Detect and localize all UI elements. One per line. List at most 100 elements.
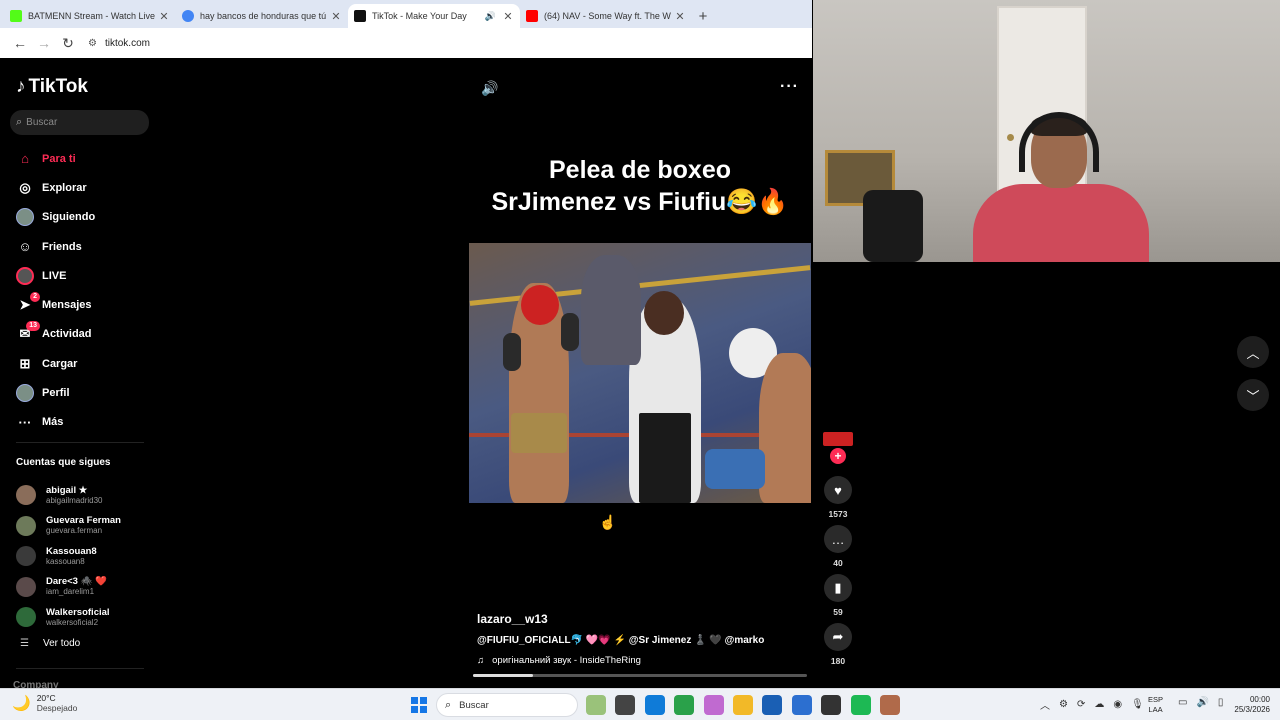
sidebar-item-explorar[interactable]: ◎ Explorar (0, 173, 160, 202)
time: 00:00 (1249, 695, 1270, 704)
heart-icon[interactable]: ♥ (824, 476, 852, 504)
list-item[interactable]: Dare<3 🕷️ ❤️ iam_darelim1 (16, 572, 156, 603)
tray-app-icon[interactable]: ⚙ (1059, 699, 1068, 710)
sidebar-item-label: Cargar (42, 357, 78, 370)
close-tab-icon[interactable]: ✕ (158, 10, 170, 23)
like-count: 1573 (828, 509, 848, 519)
video-player[interactable] (469, 243, 811, 503)
boxing-glove-blue (705, 449, 765, 489)
account-name: Walkersoficial (46, 606, 110, 618)
taskbar-app-icon[interactable] (615, 695, 636, 715)
tiktok-logo[interactable]: ♪ TikTok (16, 76, 88, 98)
video-progress-bar[interactable] (473, 674, 807, 677)
new-tab-button[interactable]: + (692, 4, 714, 28)
windows-start-icon[interactable] (411, 697, 427, 713)
search-input[interactable] (26, 117, 137, 128)
video-author[interactable]: lazaro__w13 (477, 612, 548, 626)
sidebar-item-friends[interactable]: ☺ Friends (0, 232, 160, 261)
browser-tab[interactable]: BATMENN Stream - Watch Live ✕ (4, 4, 176, 28)
comment-icon[interactable]: … (824, 525, 852, 553)
save-action[interactable]: ▮ 59 (822, 574, 854, 617)
save-count: 59 (833, 607, 843, 617)
tab-title: hay bancos de honduras que tú (200, 11, 327, 21)
reload-button[interactable]: ↻ (56, 31, 80, 55)
video-progress-fill (473, 674, 534, 677)
speaker-icon[interactable]: 🔊 (1196, 697, 1208, 708)
tray-app-icon[interactable]: ☁ (1094, 699, 1104, 710)
sidebar-item-para-ti[interactable]: ⌂ Para ti (0, 144, 160, 173)
network-icon[interactable]: ▭ (1178, 697, 1187, 708)
video-title-line: SrJimenez vs Fiufiu😂🔥 (491, 188, 789, 216)
browser-tab[interactable]: hay bancos de honduras que tú ✕ (176, 4, 348, 28)
taskbar-app-icon[interactable] (821, 695, 842, 715)
search-icon: ⌕ (16, 116, 23, 128)
url-field[interactable]: ⚙ tiktok.com (88, 38, 150, 49)
follow-plus-icon[interactable]: + (830, 448, 846, 464)
battery-icon[interactable]: ▯ (1218, 697, 1224, 708)
taskbar-app-icon[interactable] (703, 695, 724, 715)
close-tab-icon[interactable]: ✕ (502, 10, 514, 23)
close-tab-icon[interactable]: ✕ (674, 10, 686, 23)
previous-video-button[interactable]: ︿ (1237, 336, 1269, 368)
taskbar-app-icon[interactable] (879, 695, 900, 715)
forward-button[interactable]: → (32, 31, 56, 55)
sidebar-item-perfil[interactable]: Perfil (0, 378, 160, 407)
close-tab-icon[interactable]: ✕ (330, 10, 342, 23)
avatar (16, 384, 34, 403)
browser-tab-active[interactable]: TikTok - Make Your Day 🔊 ✕ (348, 4, 520, 28)
account-name: Kassouan8 (46, 545, 97, 557)
status-icons: ▭ 🔊 ▯ (1178, 697, 1232, 708)
taskbar-app-icon[interactable] (674, 695, 695, 715)
list-icon: ☰ (20, 638, 29, 649)
clock[interactable]: 00:00 25/3/2026 (1226, 695, 1270, 715)
sidebar-item-mensajes[interactable]: ➤ 2 Mensajes (0, 290, 160, 319)
following-heading: Cuentas que sigues (16, 457, 111, 468)
share-action[interactable]: ➦ 180 (822, 623, 854, 666)
see-all-link[interactable]: ☰ Ver todo (20, 638, 80, 649)
taskbar-app-icon[interactable] (850, 695, 871, 715)
more-options-icon[interactable]: ··· (780, 78, 799, 96)
taskbar-app-icon[interactable] (644, 695, 665, 715)
site-info-icon[interactable]: ⚙ (88, 38, 97, 49)
taskbar-search[interactable]: ⌕ Buscar (436, 693, 578, 717)
home-icon: ⌂ (21, 151, 29, 167)
sidebar-item-live[interactable]: LIVE (0, 261, 160, 290)
following-list: abigail ★ abigailmadrid30 Guevara Ferman gu… (16, 480, 156, 633)
referee-pants (639, 413, 691, 503)
list-item[interactable]: Kassouan8 kassouan8 (16, 541, 156, 572)
bookmark-icon[interactable]: ▮ (824, 574, 852, 602)
tray-chevron-icon[interactable]: ︿ (1040, 697, 1050, 712)
sidebar-item-actividad[interactable]: ✉ 13 Actividad (0, 320, 160, 349)
comment-action[interactable]: … 40 (822, 525, 854, 568)
friends-icon: ☺ (18, 239, 32, 255)
share-icon[interactable]: ➦ (824, 623, 852, 651)
list-item[interactable]: Guevara Ferman guevara.ferman (16, 511, 156, 542)
tray-app-icon[interactable]: ◉ (1113, 699, 1122, 710)
taskbar-app-icon[interactable] (732, 695, 753, 715)
cornerman (581, 255, 641, 365)
sidebar-item-siguiendo[interactable]: Siguiendo (0, 203, 160, 232)
taskbar-app-icon[interactable] (586, 695, 606, 715)
url-text: tiktok.com (104, 37, 150, 49)
following-avatar-icon (16, 208, 34, 227)
back-button[interactable]: ← (8, 31, 32, 55)
sidebar-item-label: Siguiendo (42, 211, 96, 224)
taskbar-app-icon[interactable] (762, 695, 783, 715)
list-item[interactable]: abigail ★ abigailmadrid30 (16, 480, 156, 511)
video-music[interactable]: ♫ оригінальний звук - InsideTheRing (477, 655, 641, 666)
list-item[interactable]: Walkersoficial walkersoficial2 (16, 602, 156, 633)
next-video-button[interactable]: ﹀ (1237, 379, 1269, 411)
tab-audio-icon[interactable]: 🔊 (485, 11, 496, 22)
language-indicator[interactable]: ESP LAA (1148, 695, 1163, 715)
creator-avatar[interactable] (823, 432, 853, 446)
weather-widget[interactable]: 🌙 20°C Despejado (12, 693, 77, 713)
sidebar-item-m-s[interactable]: ··· Más (0, 408, 160, 437)
like-action[interactable]: ♥ 1573 (822, 476, 854, 519)
avatar (16, 515, 36, 536)
browser-tab[interactable]: (64) NAV - Some Way ft. The W ✕ (520, 4, 692, 28)
sidebar-item-cargar[interactable]: ⊞ Cargar (0, 349, 160, 378)
volume-icon[interactable]: 🔊 (481, 80, 498, 97)
taskbar-app-icon[interactable] (791, 695, 812, 715)
microphone-icon[interactable]: 🎙 (1131, 699, 1144, 710)
tray-app-icon[interactable]: ⟳ (1077, 699, 1085, 710)
